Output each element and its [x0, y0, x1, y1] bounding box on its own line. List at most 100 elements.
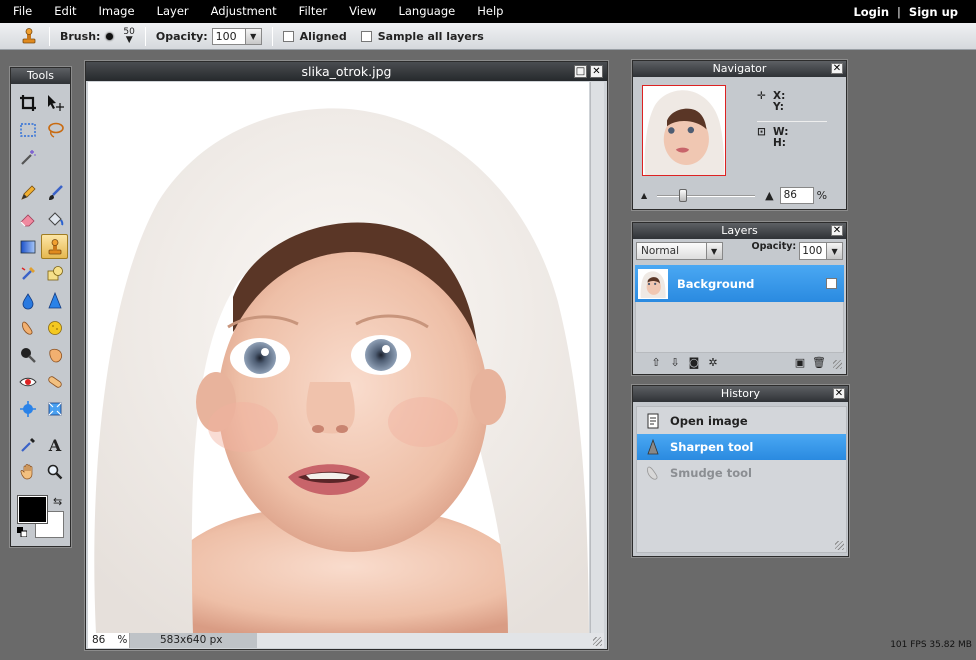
move-layer-down-icon[interactable]: ⇩	[668, 356, 682, 370]
opacity-select[interactable]: 100 ▼	[211, 27, 262, 45]
history-item-smudge-tool[interactable]: Smudge tool	[637, 460, 846, 486]
reset-colors-icon[interactable]	[17, 527, 27, 537]
zoom-out-icon[interactable]: ▲	[641, 191, 647, 200]
chevron-down-icon[interactable]: ▼	[706, 242, 723, 260]
pencil-tool[interactable]	[14, 180, 41, 205]
smudge-finger-icon	[21, 321, 32, 335]
move-tool[interactable]	[41, 90, 68, 115]
image-dimensions: 583x640 px	[130, 633, 257, 648]
smudge-tool[interactable]	[14, 315, 41, 340]
lock-icon[interactable]	[826, 278, 837, 289]
zoom-slider-row: ▲ ▲ 86 %	[641, 187, 841, 204]
navigator-title: Navigator ✕	[633, 61, 846, 77]
account-links: Login | Sign up	[853, 5, 976, 19]
zoom-slider[interactable]	[657, 188, 756, 202]
chevron-down-icon[interactable]: ▼	[245, 27, 262, 45]
history-panel: History ✕ Open image Sharpen tool Smudge…	[632, 385, 849, 557]
menu-language[interactable]: Language	[387, 0, 466, 23]
readout-divider	[757, 121, 827, 122]
bloat-tool[interactable]	[14, 396, 41, 421]
menu-image[interactable]: Image	[88, 0, 146, 23]
foreground-color-swatch[interactable]	[17, 495, 48, 524]
dodge-tool[interactable]	[14, 342, 41, 367]
magic-wand-tool[interactable]	[14, 144, 41, 169]
checkbox-box[interactable]	[282, 30, 294, 42]
color-picker-tool[interactable]	[14, 432, 41, 457]
opacity-value[interactable]: 100	[211, 27, 246, 45]
chevron-down-icon: ▼	[125, 35, 133, 45]
tools-title: Tools	[11, 68, 70, 84]
menu-view[interactable]: View	[338, 0, 387, 23]
paint-bucket-tool[interactable]	[41, 207, 68, 232]
burn-tool[interactable]	[41, 342, 68, 367]
close-icon[interactable]: ✕	[833, 388, 845, 399]
move-layer-up-icon[interactable]: ⇧	[649, 356, 663, 370]
gradient-icon	[20, 240, 35, 253]
layer-styles-icon[interactable]: ✲	[706, 356, 720, 370]
tool-options-bar: Brush: 50 ▼ Opacity: 100 ▼ Aligned Sampl…	[0, 23, 976, 50]
close-icon[interactable]: ✕	[831, 63, 843, 74]
swap-colors-icon[interactable]: ⇆	[53, 495, 62, 508]
sample-all-layers-checkbox[interactable]: Sample all layers	[360, 30, 484, 43]
selection-size-icon: ⊡	[757, 126, 766, 138]
menu-edit[interactable]: Edit	[43, 0, 87, 23]
eraser-tool[interactable]	[14, 207, 41, 232]
vertical-scrollbar[interactable]	[590, 82, 604, 634]
sharpen-tool[interactable]	[41, 288, 68, 313]
zoom-value[interactable]: 86	[92, 633, 105, 648]
color-replace-tool[interactable]	[14, 261, 41, 286]
zoom-tool[interactable]	[41, 459, 68, 484]
layer-row-background[interactable]: Background	[635, 265, 844, 302]
login-link[interactable]: Login	[853, 5, 889, 19]
navigator-thumbnail[interactable]	[642, 85, 726, 176]
type-tool[interactable]: A	[41, 432, 68, 457]
menu-adjustment[interactable]: Adjustment	[200, 0, 288, 23]
crop-tool[interactable]	[14, 90, 41, 115]
new-layer-icon[interactable]: ▣	[793, 356, 807, 370]
close-icon[interactable]: ✕	[831, 225, 843, 236]
zoom-field[interactable]: 86 %	[88, 633, 130, 648]
draw-shape-tool[interactable]	[41, 261, 68, 286]
blur-tool[interactable]	[14, 288, 41, 313]
history-item-open-image[interactable]: Open image	[637, 408, 846, 434]
gradient-tool[interactable]	[14, 234, 41, 259]
layers-controls: Normal ▼ Opacity: 100 ▼	[633, 239, 846, 263]
lasso-tool[interactable]	[41, 117, 68, 142]
brush-size-picker[interactable]: 50 ▼	[123, 28, 134, 45]
maximize-icon[interactable]: □	[574, 65, 587, 78]
trash-icon[interactable]: 🗑	[812, 356, 826, 370]
hand-tool[interactable]	[14, 459, 41, 484]
eraser-icon	[19, 213, 35, 226]
tool-group-gap	[14, 171, 68, 178]
zoom-slider-handle[interactable]	[679, 188, 688, 202]
layer-mask-icon[interactable]: ◙	[687, 356, 701, 370]
history-item-sharpen-tool[interactable]: Sharpen tool	[637, 434, 846, 460]
checkbox-box[interactable]	[360, 30, 372, 42]
marquee-tool[interactable]	[14, 117, 41, 142]
menu-layer[interactable]: Layer	[146, 0, 200, 23]
zoom-in-icon[interactable]: ▲	[765, 189, 773, 202]
image-canvas[interactable]	[88, 82, 589, 634]
clone-stamp-tool[interactable]	[41, 234, 68, 259]
chevron-down-icon[interactable]: ▼	[827, 242, 843, 260]
brush-tool[interactable]	[41, 180, 68, 205]
navigator-zoom-input[interactable]: 86	[779, 187, 814, 204]
sponge-tool[interactable]	[41, 315, 68, 340]
close-icon[interactable]: ✕	[590, 65, 603, 78]
menu-filter[interactable]: Filter	[288, 0, 338, 23]
menu-help[interactable]: Help	[466, 0, 514, 23]
layer-opacity-input[interactable]: 100	[799, 242, 828, 260]
signup-link[interactable]: Sign up	[909, 5, 958, 19]
zoom-unit: %	[117, 634, 128, 646]
red-eye-tool[interactable]	[14, 369, 41, 394]
pinch-tool[interactable]	[41, 396, 68, 421]
brush-preview[interactable]	[106, 32, 114, 40]
menu-file[interactable]: File	[0, 0, 43, 23]
layer-name[interactable]: Background	[677, 277, 754, 291]
resize-grip-icon[interactable]	[593, 637, 602, 646]
aligned-checkbox[interactable]: Aligned	[282, 30, 347, 43]
spot-heal-tool[interactable]	[41, 369, 68, 394]
resize-grip-icon[interactable]	[835, 541, 844, 550]
blend-mode-select[interactable]: Normal	[636, 242, 707, 260]
resize-grip-icon[interactable]	[833, 360, 842, 369]
